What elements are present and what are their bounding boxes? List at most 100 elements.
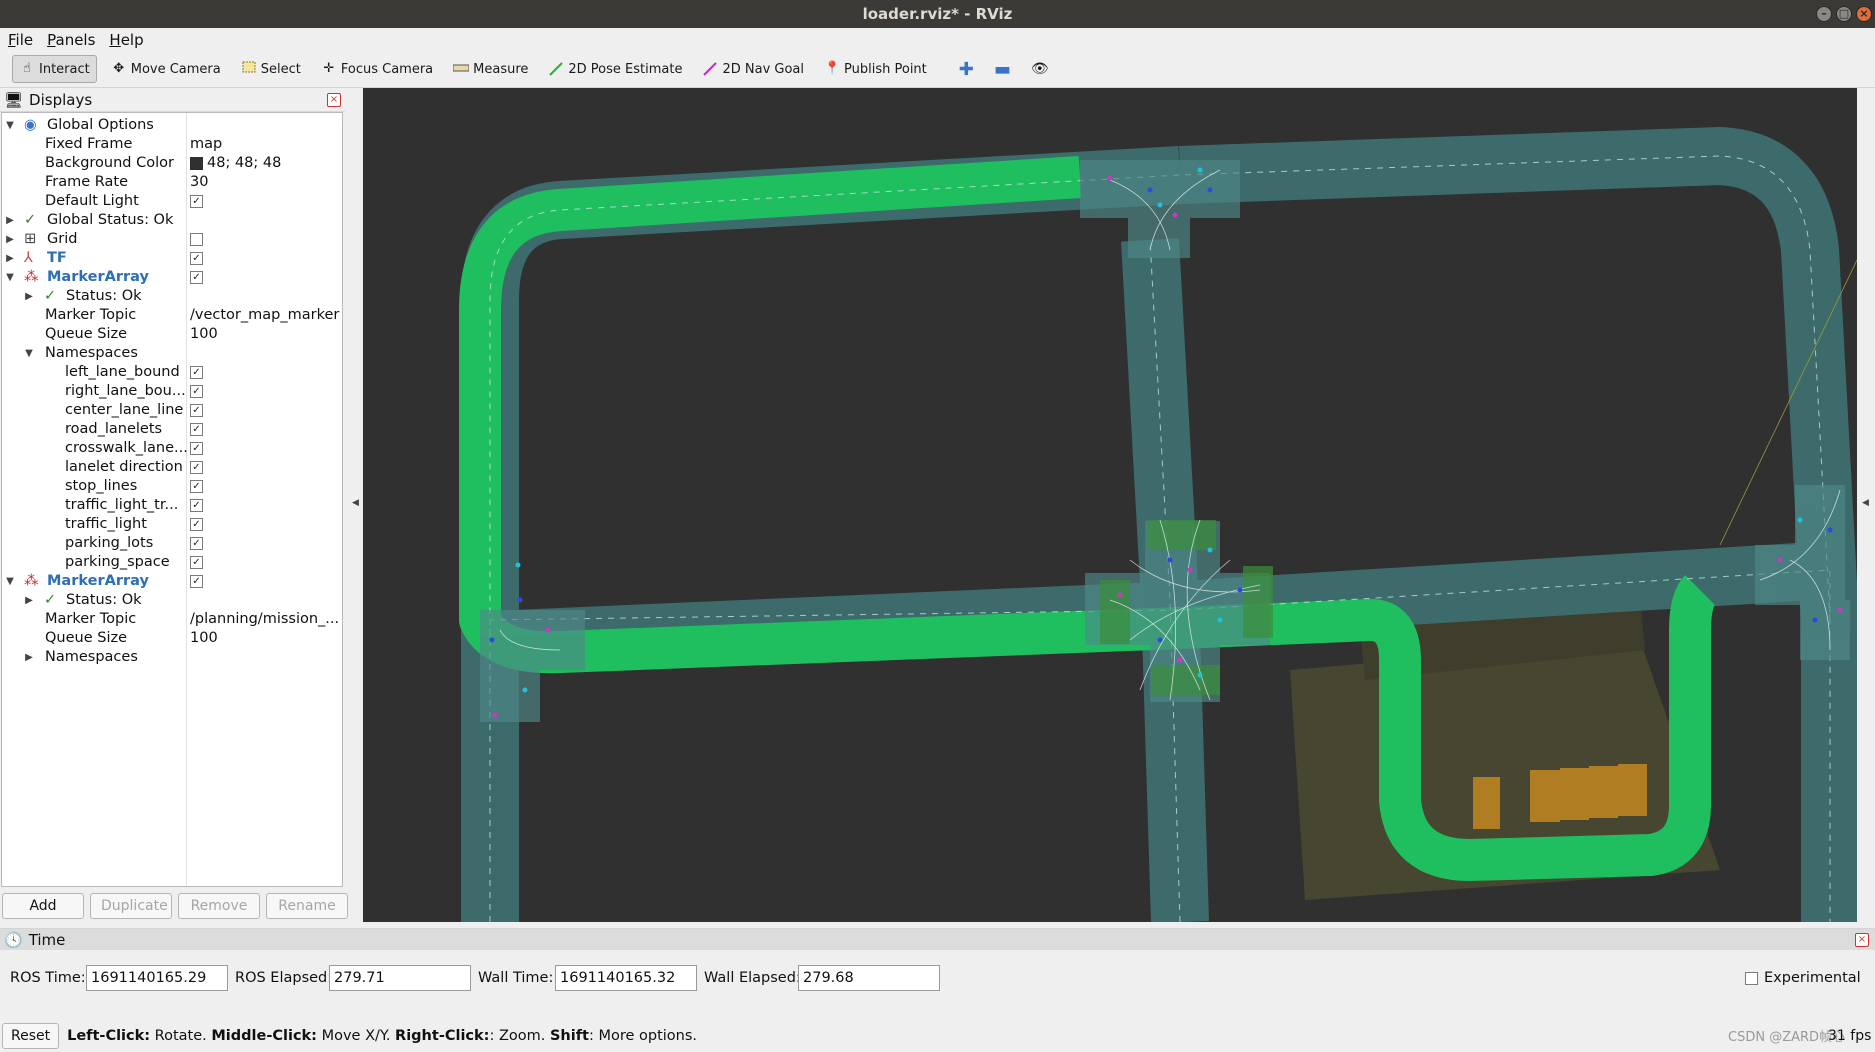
checkbox-checked[interactable]: ✓ — [190, 460, 203, 474]
checkbox-checked[interactable]: ✓ — [190, 498, 203, 512]
tree-row-namespace[interactable]: parking_lots ✓ — [2, 534, 342, 553]
checkbox-checked[interactable]: ✓ — [190, 479, 203, 493]
collapsed-arrow-icon[interactable]: ▶ — [5, 249, 15, 268]
row-value[interactable]: 48; 48; 48 — [190, 154, 340, 173]
collapsed-arrow-icon[interactable]: ▶ — [5, 211, 15, 230]
menu-panels[interactable]: Panels — [47, 31, 95, 49]
tree-row-namespace[interactable]: traffic_light ✓ — [2, 515, 342, 534]
tree-row-namespaces[interactable]: ▼ Namespaces — [2, 344, 342, 363]
row-value[interactable]: map — [190, 135, 340, 154]
reset-button[interactable]: Reset — [2, 1022, 60, 1049]
checkbox-checked[interactable]: ✓ — [190, 555, 203, 569]
close-icon[interactable]: × — [1856, 6, 1872, 22]
minimize-icon[interactable]: – — [1816, 6, 1832, 22]
tree-row-status-ok[interactable]: ▶ ✓ Status: Ok — [2, 287, 342, 306]
checkbox-checked[interactable]: ✓ — [190, 574, 203, 588]
row-value[interactable]: ✓ — [190, 439, 340, 458]
tree-row-namespace[interactable]: center_lane_line ✓ — [2, 401, 342, 420]
expanded-arrow-icon[interactable]: ▼ — [5, 116, 15, 135]
tree-row-queue-size[interactable]: Queue Size 100 — [2, 325, 342, 344]
remove-button[interactable]: Remove — [178, 893, 260, 919]
tree-row-default-light[interactable]: Default Light ✓ — [2, 192, 342, 211]
row-value[interactable]: /vector_map_marker — [190, 306, 340, 325]
tool-move-camera[interactable]: ✥ Move Camera — [105, 55, 227, 83]
ros-elapsed-field[interactable]: 279.71 — [329, 965, 471, 991]
tree-row-tf[interactable]: ▶ ⅄ TF ✓ — [2, 249, 342, 268]
checkbox-checked[interactable]: ✓ — [190, 194, 203, 208]
row-value[interactable]: 100 — [190, 629, 340, 648]
right-splitter[interactable]: ◀ — [1858, 88, 1875, 922]
row-value[interactable]: 30 — [190, 173, 340, 192]
checkbox-checked[interactable]: ✓ — [190, 251, 203, 265]
expanded-arrow-icon[interactable]: ▼ — [5, 268, 15, 287]
checkbox-checked[interactable]: ✓ — [190, 536, 203, 550]
wall-elapsed-field[interactable]: 279.68 — [798, 965, 940, 991]
tree-row-namespace[interactable]: traffic_light_tr... ✓ — [2, 496, 342, 515]
wall-time-field[interactable]: 1691140165.32 — [555, 965, 697, 991]
view-dropdown-button[interactable]: 👁 — [1025, 55, 1055, 83]
tree-row-marker-topic[interactable]: Marker Topic/vector_map_marker — [2, 306, 342, 325]
row-value[interactable]: ✓ — [190, 534, 340, 553]
tool-2d-pose-estimate[interactable]: 2D Pose Estimate — [542, 55, 688, 83]
tree-row-frame-rate[interactable]: Frame Rate 30 — [2, 173, 342, 192]
rename-button[interactable]: Rename — [266, 893, 348, 919]
menu-help[interactable]: Help — [109, 31, 143, 49]
row-value[interactable]: ✓ — [190, 192, 340, 211]
tree-row-namespace[interactable]: crosswalk_lane... ✓ — [2, 439, 342, 458]
tool-measure[interactable]: Measure — [447, 55, 534, 83]
row-value[interactable]: ✓ — [190, 515, 340, 534]
checkbox-checked[interactable]: ✓ — [190, 384, 203, 398]
tree-row-namespace[interactable]: lanelet direction ✓ — [2, 458, 342, 477]
close-panel-icon[interactable]: × — [327, 92, 341, 107]
duplicate-button[interactable]: Duplicate — [90, 893, 172, 919]
tree-row-namespace[interactable]: parking_space ✓ — [2, 553, 342, 572]
tree-row-global-options[interactable]: ▼ ◉ Global Options — [2, 116, 342, 135]
checkbox-checked[interactable]: ✓ — [190, 422, 203, 436]
add-tool-button[interactable]: ✚ — [953, 55, 980, 83]
row-value[interactable]: ✓ — [190, 420, 340, 439]
add-button[interactable]: Add — [2, 893, 84, 919]
row-value[interactable]: ✓ — [190, 382, 340, 401]
row-value[interactable]: ✓ — [190, 401, 340, 420]
row-value[interactable]: ✓ — [190, 553, 340, 572]
checkbox-checked[interactable]: ✓ — [190, 365, 203, 379]
tool-focus-camera[interactable]: ✛ Focus Camera — [315, 55, 439, 83]
ros-time-field[interactable]: 1691140165.29 — [86, 965, 228, 991]
left-splitter[interactable]: ◀ — [349, 88, 363, 922]
tree-row-namespace[interactable]: stop_lines ✓ — [2, 477, 342, 496]
checkbox-checked[interactable]: ✓ — [190, 270, 203, 284]
collapse-right-icon[interactable]: ◀ — [1862, 498, 1869, 508]
row-value[interactable]: ✓ — [190, 363, 340, 382]
tree-row-markerarray-1[interactable]: ▼ ⁂ MarkerArray ✓ — [2, 268, 342, 287]
row-value[interactable]: ✓ — [190, 249, 340, 268]
row-value[interactable]: ✓ — [190, 496, 340, 515]
tree-row-queue-size[interactable]: Queue Size 100 — [2, 629, 342, 648]
checkbox-checked[interactable]: ✓ — [190, 441, 203, 455]
row-value[interactable]: ✓ — [190, 572, 340, 591]
tool-publish-point[interactable]: 📍 Publish Point — [818, 55, 933, 83]
tree-row-namespaces[interactable]: ▶ Namespaces — [2, 648, 342, 667]
row-value[interactable]: ✓ — [190, 458, 340, 477]
collapsed-arrow-icon[interactable]: ▶ — [24, 591, 34, 610]
collapsed-arrow-icon[interactable]: ▶ — [24, 287, 34, 306]
checkbox-checked[interactable]: ✓ — [190, 403, 203, 417]
checkbox-unchecked[interactable] — [1745, 971, 1758, 985]
tree-row-status-ok[interactable]: ▶ ✓ Status: Ok — [2, 591, 342, 610]
tree-row-grid[interactable]: ▶ ⊞ Grid — [2, 230, 342, 249]
remove-tool-button[interactable]: ▬ — [988, 55, 1017, 83]
experimental-checkbox[interactable]: Experimental — [1745, 970, 1861, 986]
collapsed-arrow-icon[interactable]: ▶ — [5, 230, 15, 249]
row-value[interactable]: ✓ — [190, 268, 340, 287]
checkbox-unchecked[interactable] — [190, 232, 203, 246]
tree-row-background-color[interactable]: Background Color 48; 48; 48 — [2, 154, 342, 173]
menu-file[interactable]: File — [8, 31, 33, 49]
row-value[interactable] — [190, 230, 340, 249]
collapsed-arrow-icon[interactable]: ▶ — [24, 648, 34, 667]
tree-row-global-status[interactable]: ▶ ✓ Global Status: Ok — [2, 211, 342, 230]
tree-row-marker-topic[interactable]: Marker Topic/planning/mission_... — [2, 610, 342, 629]
checkbox-checked[interactable]: ✓ — [190, 517, 203, 531]
maximize-icon[interactable]: □ — [1836, 6, 1852, 22]
row-value[interactable]: /planning/mission_... — [190, 610, 340, 629]
close-panel-icon[interactable]: × — [1855, 933, 1869, 947]
tool-2d-nav-goal[interactable]: 2D Nav Goal — [696, 55, 810, 83]
